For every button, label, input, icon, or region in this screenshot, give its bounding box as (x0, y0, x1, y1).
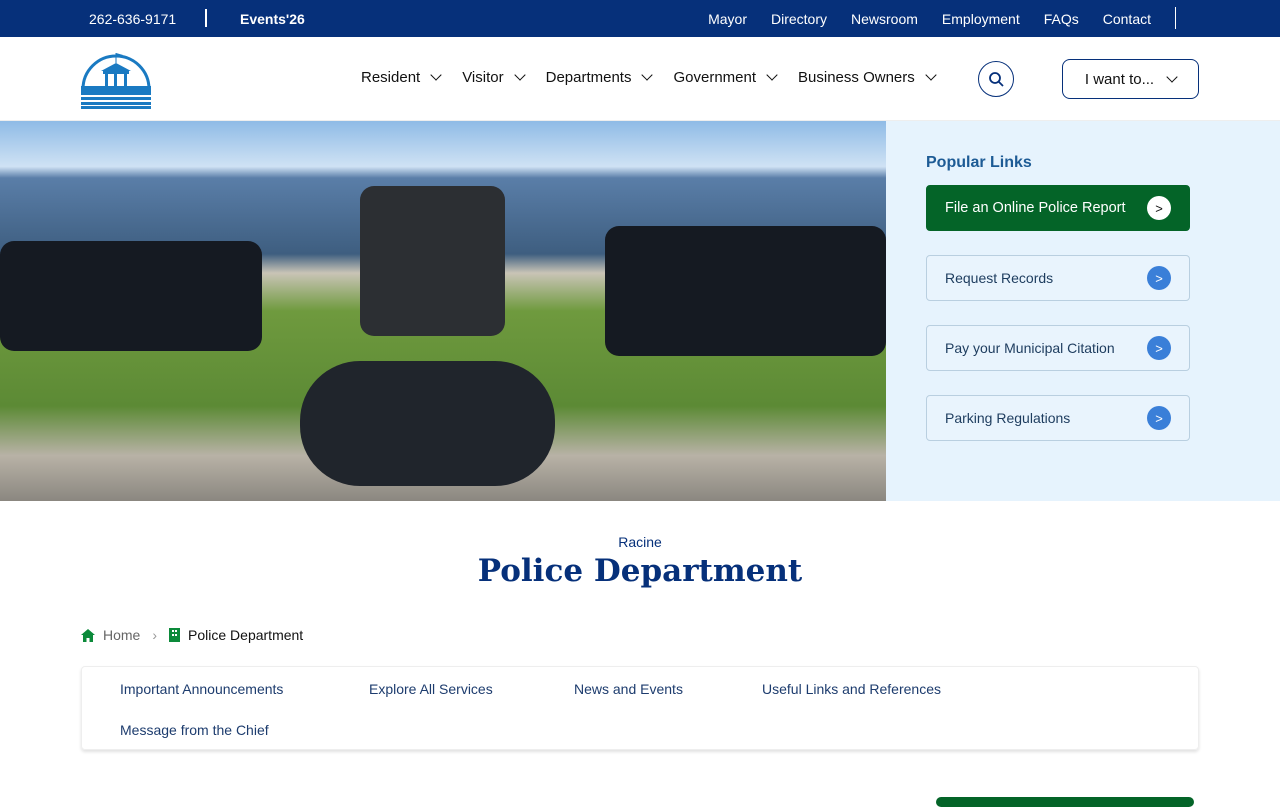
main-nav: Resident Visitor Departments Government … (361, 69, 937, 86)
building-icon (169, 628, 181, 642)
nav-label: Resident (361, 69, 421, 86)
pay-citation-link[interactable]: Pay your Municipal Citation > (926, 325, 1190, 371)
chevron-down-icon (925, 69, 937, 81)
nav-government[interactable]: Government (673, 69, 778, 86)
utility-links: Mayor Directory Newsroom Employment FAQs… (708, 11, 1151, 27)
police-suv (0, 241, 262, 351)
page-subtitle: Racine (618, 534, 662, 550)
top-link-directory[interactable]: Directory (771, 11, 827, 27)
file-police-report-button[interactable]: File an Online Police Report > (926, 185, 1190, 231)
top-link-contact[interactable]: Contact (1103, 11, 1151, 27)
nav-label: Business Owners (798, 69, 915, 86)
tab-news-events[interactable]: News and Events (574, 681, 683, 697)
link-label: Request Records (945, 270, 1054, 286)
chevron-right-icon: > (1147, 336, 1171, 360)
parking-regulations-link[interactable]: Parking Regulations > (926, 395, 1190, 441)
top-bar: 262-636-9171 Events'26 Mayor Directory N… (0, 0, 1280, 37)
hero-photo-police-vehicles (0, 121, 886, 501)
nav-business-owners[interactable]: Business Owners (798, 69, 937, 86)
divider (1175, 7, 1176, 29)
police-truck (605, 226, 886, 356)
tab-useful-links[interactable]: Useful Links and References (762, 681, 941, 697)
breadcrumb: Home › Police Department (81, 627, 303, 643)
armored-vehicle (360, 186, 505, 336)
events-link[interactable]: Events'26 (240, 11, 305, 27)
top-link-mayor[interactable]: Mayor (708, 11, 747, 27)
nav-visitor[interactable]: Visitor (462, 69, 526, 86)
breadcrumb-home[interactable]: Home (103, 627, 140, 643)
nav-label: Government (673, 69, 757, 86)
chevron-right-icon: > (1147, 406, 1171, 430)
popular-links-panel: Popular Links File an Online Police Repo… (886, 121, 1280, 501)
link-label: Parking Regulations (945, 410, 1071, 426)
search-icon (989, 72, 1004, 87)
section-tabs: Important Announcements Explore All Serv… (81, 666, 1199, 750)
top-link-employment[interactable]: Employment (942, 11, 1020, 27)
chevron-right-icon: > (1147, 196, 1171, 220)
chevron-down-icon (766, 69, 778, 81)
dropdown-label: I want to... (1084, 70, 1155, 88)
popular-links-heading: Popular Links (926, 154, 1032, 171)
chevron-down-icon (641, 69, 654, 81)
page-title: Police Department (477, 553, 803, 589)
top-link-newsroom[interactable]: Newsroom (851, 11, 918, 27)
breadcrumb-current: Police Department (188, 627, 304, 643)
hero: Popular Links File an Online Police Repo… (0, 121, 1280, 501)
chevron-down-icon (513, 69, 526, 81)
divider (205, 9, 207, 27)
chevron-right-icon: > (1147, 266, 1171, 290)
tab-important-announcements[interactable]: Important Announcements (120, 681, 283, 697)
racine-logo[interactable] (81, 49, 151, 109)
home-icon (81, 628, 95, 642)
nav-label: Departments (545, 69, 632, 86)
chevron-down-icon (430, 69, 442, 81)
phone-link[interactable]: 262-636-9171 (89, 11, 176, 27)
tab-explore-services[interactable]: Explore All Services (369, 681, 493, 697)
green-button-partial[interactable] (936, 797, 1194, 807)
chevron-right-icon: › (152, 627, 158, 643)
search-button[interactable] (978, 61, 1014, 97)
top-link-faqs[interactable]: FAQs (1044, 11, 1079, 27)
police-motorcycle (300, 361, 555, 486)
tab-message-from-chief[interactable]: Message from the Chief (120, 722, 269, 738)
chevron-down-icon (1166, 70, 1178, 83)
link-label: Pay your Municipal Citation (945, 340, 1115, 356)
nav-departments[interactable]: Departments (545, 69, 654, 86)
nav-resident[interactable]: Resident (361, 69, 442, 86)
link-label: File an Online Police Report (945, 200, 1126, 216)
header: Resident Visitor Departments Government … (0, 37, 1280, 121)
nav-label: Visitor (462, 69, 504, 86)
i-want-to-dropdown[interactable]: I want to... (1062, 59, 1199, 99)
request-records-link[interactable]: Request Records > (926, 255, 1190, 301)
